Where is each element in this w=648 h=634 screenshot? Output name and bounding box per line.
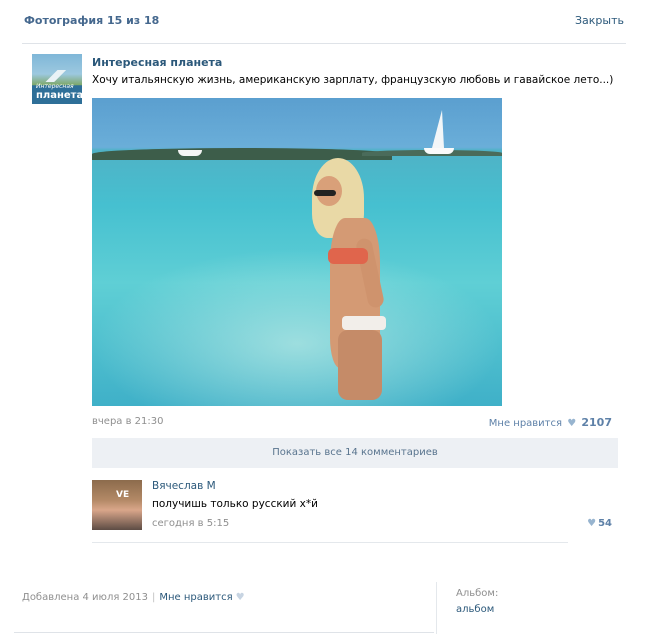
comment-author-link[interactable]: Вячеслав М [152,480,216,492]
heart-icon: ♥ [587,518,597,529]
photo-boat [178,150,202,156]
post-like-count: 2107 [581,416,612,429]
post-like-label: Мне нравится [488,418,563,429]
photo-shallow-water [92,248,502,406]
avatar-caption-large: планета [36,90,82,101]
header-divider [22,43,626,44]
community-avatar[interactable]: Интересная планета [32,54,82,104]
heart-icon: ♥ [567,418,577,429]
post-like-button[interactable]: Мне нравится ♥ 2107 [489,416,612,429]
album-link[interactable]: альбом [456,604,494,615]
photo-added-info: Добавлена 4 июля 2013 | Мне нравится ♥ [22,592,245,603]
post-photo[interactable] [92,98,502,406]
close-link[interactable]: Закрыть [575,14,624,27]
avatar-mountain-shape [34,70,80,82]
comment-date[interactable]: сегодня в 5:15 [152,518,229,529]
photo-footer: Добавлена 4 июля 2013 | Мне нравится ♥ Альб… [0,582,648,634]
photo-viewer-header: Фотография 15 из 18 Закрыть [0,0,648,44]
comment-divider [92,542,568,543]
comment-like-button[interactable]: ♥ 54 [587,518,612,529]
comment-like-count: 54 [598,518,612,529]
footer-separator: | [152,592,156,603]
footer-like-link[interactable]: Мне нравится [159,592,232,603]
post-author-link[interactable]: Интересная планета [92,56,222,69]
photo-added-date: Добавлена 4 июля 2013 [22,592,149,603]
photo-counter-title: Фотография 15 из 18 [24,14,160,27]
avatar-caption-small: Интересная [36,83,74,90]
photo-sail [432,110,444,148]
footer-bottom-divider [14,632,434,633]
heart-icon[interactable]: ♥ [236,592,245,603]
photo-person-swimsuit-top [328,248,368,264]
comment-item: VE Вячеслав М получишь только русский х*… [92,478,618,538]
photo-island [92,148,392,160]
photo-person-swimsuit-bottom [342,316,386,330]
album-label: Альбом: [456,588,499,599]
photo-person-legs [338,330,382,400]
photo-person-sunglasses [314,190,336,196]
commenter-avatar[interactable]: VE [92,480,142,530]
footer-vertical-divider [436,582,437,634]
show-all-comments-button[interactable]: Показать все 14 комментариев [92,438,618,468]
comment-text: получишь только русский х*й [152,498,318,510]
commenter-avatar-caption: VE [116,490,130,500]
post-date[interactable]: вчера в 21:30 [92,416,164,427]
photo-yacht [424,148,454,154]
post-text: Хочу итальянскую жизнь, американскую зар… [92,74,614,86]
